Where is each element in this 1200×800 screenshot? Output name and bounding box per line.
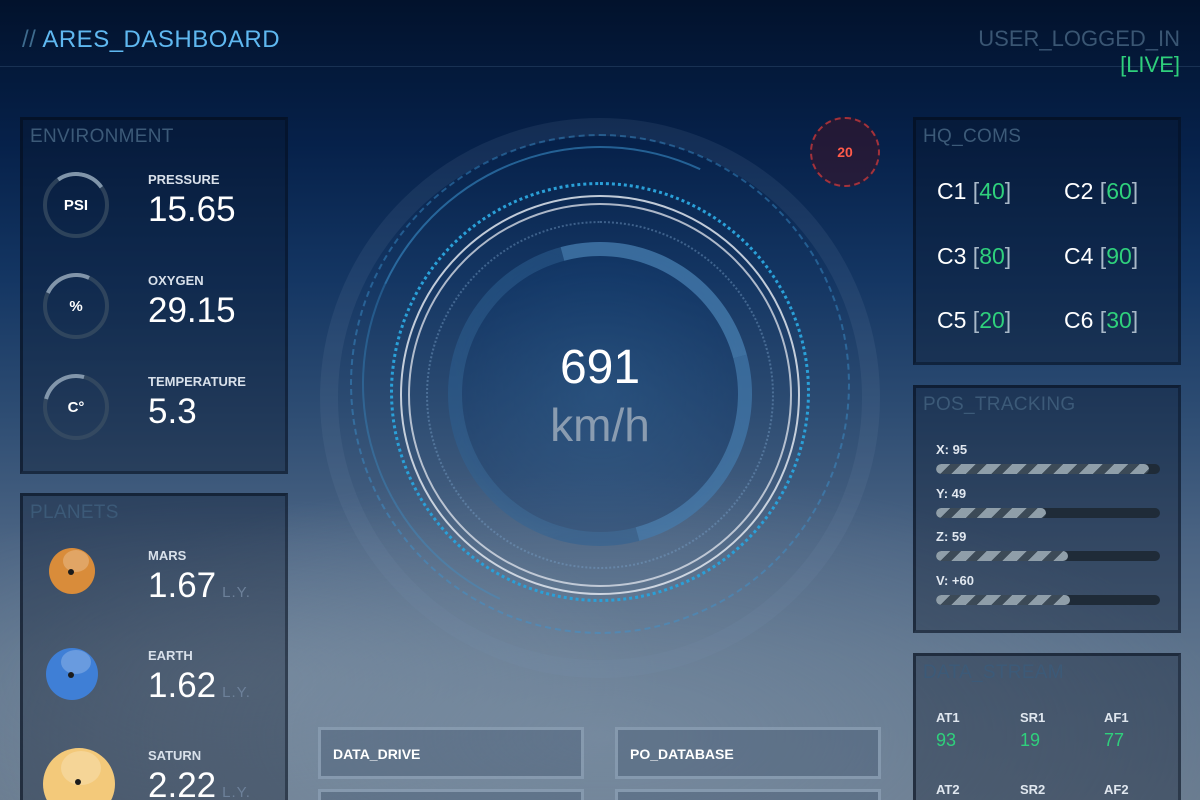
top-bar: //ARES_DASHBOARD USER_LOGGED_IN [LIVE] xyxy=(0,0,1200,77)
po-database-button[interactable]: PO_DATABASE xyxy=(615,727,881,779)
environment-row-pressure: PSI PRESSURE 15.65 xyxy=(37,166,283,244)
temperature-gauge-icon: C° xyxy=(30,361,122,453)
saturn-unit: L.Y. xyxy=(222,784,251,800)
pressure-value: 15.65 xyxy=(148,190,236,229)
pos-z-fill xyxy=(936,551,1069,561)
com-c3-value: 80 xyxy=(979,243,1005,269)
pos-tracking-panel: POS_TRACKING X: 95 Y: 49 Z: 59 V: +60 xyxy=(913,385,1181,633)
lower-left-button[interactable] xyxy=(318,789,584,800)
planets-panel: PLANETS MARS 1.67 L.Y. EARTH 1.62 L.Y. SAT… xyxy=(20,493,288,800)
com-c5-name: C5 xyxy=(937,307,967,333)
environment-title: ENVIRONMENT xyxy=(30,126,174,147)
oxygen-value: 29.15 xyxy=(148,291,236,330)
stream-af1-value: 77 xyxy=(1104,730,1125,750)
earth-distance: 1.62 L.Y. xyxy=(148,666,251,706)
stream-at2-label: AT2 xyxy=(936,782,960,797)
com-channel-c6[interactable]: C6 [30] xyxy=(1064,307,1138,334)
com-c4-value: 90 xyxy=(1106,243,1132,269)
pressure-icon-text: PSI xyxy=(63,196,89,214)
live-status-badge: [LIVE] xyxy=(1120,52,1180,77)
com-c2-value: 60 xyxy=(1106,178,1132,204)
com-channel-c1[interactable]: C1 [40] xyxy=(937,178,1011,205)
com-channel-c5[interactable]: C5 [20] xyxy=(937,307,1011,334)
pos-x-bar xyxy=(936,464,1160,474)
pos-v-bar xyxy=(936,595,1160,605)
com-c5-value: 20 xyxy=(979,307,1005,333)
mars-planet-icon xyxy=(49,548,95,594)
saturn-value: 2.22 xyxy=(148,766,217,800)
brand-slash: // xyxy=(22,26,37,53)
temperature-label: TEMPERATURE xyxy=(148,374,246,389)
speed-gauge: 691 km/h xyxy=(294,78,906,690)
com-c4-name: C4 xyxy=(1064,243,1094,269)
mars-unit: L.Y. xyxy=(222,584,251,601)
speed-unit: km/h xyxy=(550,399,650,451)
saturn-distance: 2.22 L.Y. xyxy=(148,766,251,800)
planet-row-saturn[interactable]: SATURN 2.22 L.Y. xyxy=(43,748,303,800)
com-c1-name: C1 xyxy=(937,178,967,204)
planet-row-earth[interactable]: EARTH 1.62 L.Y. xyxy=(43,648,303,728)
com-channel-c4[interactable]: C4 [90] xyxy=(1064,243,1138,270)
pos-z-bar xyxy=(936,551,1160,561)
data-stream-panel: DATA_STREAM AT1 93 SR1 19 AF1 77 AT2 SR2… xyxy=(913,653,1181,800)
pos-y-fill xyxy=(936,508,1046,518)
pressure-gauge-icon: PSI xyxy=(37,166,115,244)
oxygen-label: OXYGEN xyxy=(148,273,204,288)
pos-y-label: Y: 49 xyxy=(936,486,967,501)
com-c6-name: C6 xyxy=(1064,307,1094,333)
data-stream-title: DATA_STREAM xyxy=(923,662,1064,683)
stream-at1-label: AT1 xyxy=(936,710,960,725)
environment-panel: ENVIRONMENT PSI PRESSURE 15.65 % OXYGEN … xyxy=(20,117,288,474)
speed-value: 691 xyxy=(559,341,641,394)
hq-coms-title: HQ_COMS xyxy=(923,126,1022,147)
planet-row-mars[interactable]: MARS 1.67 L.Y. xyxy=(43,548,303,628)
earth-value: 1.62 xyxy=(148,666,217,705)
oxygen-icon-text: % xyxy=(69,297,83,315)
oxygen-gauge-icon: % xyxy=(33,263,119,349)
app-title[interactable]: //ARES_DASHBOARD xyxy=(22,26,280,54)
pos-x-fill xyxy=(936,464,1149,474)
pos-z-label: Z: 59 xyxy=(936,529,967,544)
earth-label: EARTH xyxy=(148,648,193,663)
temperature-icon-text: C° xyxy=(67,398,85,416)
data-drive-button[interactable]: DATA_DRIVE xyxy=(318,727,584,779)
saturn-label: SATURN xyxy=(148,748,202,763)
user-status: USER_LOGGED_IN [LIVE] xyxy=(978,26,1180,78)
mars-label: MARS xyxy=(148,548,187,563)
pressure-label: PRESSURE xyxy=(148,172,220,187)
user-logged-in-label[interactable]: USER_LOGGED_IN xyxy=(978,26,1180,52)
mars-value: 1.67 xyxy=(148,566,217,605)
lower-right-button[interactable] xyxy=(615,789,881,800)
pos-tracking-title: POS_TRACKING xyxy=(923,394,1076,415)
planets-title: PLANETS xyxy=(30,502,119,523)
com-channel-c2[interactable]: C2 [60] xyxy=(1064,178,1138,205)
hq-coms-panel: HQ_COMS C1 [40] C2 [60] C3 [80] C4 [90] … xyxy=(913,117,1181,365)
pos-y-bar xyxy=(936,508,1160,518)
com-channel-c3[interactable]: C3 [80] xyxy=(937,243,1011,270)
brand-text: ARES_DASHBOARD xyxy=(42,26,281,53)
mars-distance: 1.67 L.Y. xyxy=(148,566,251,606)
earth-planet-icon xyxy=(46,648,98,700)
pos-v-label: V: +60 xyxy=(936,573,974,588)
com-c6-value: 30 xyxy=(1106,307,1132,333)
stream-sr2-label: SR2 xyxy=(1020,782,1046,797)
saturn-planet-icon xyxy=(43,748,115,800)
com-c2-name: C2 xyxy=(1064,178,1094,204)
stream-sr1-value: 19 xyxy=(1020,730,1041,750)
com-c3-name: C3 xyxy=(937,243,967,269)
stream-sr1-label: SR1 xyxy=(1020,710,1046,725)
earth-unit: L.Y. xyxy=(222,684,251,701)
pos-x-label: X: 95 xyxy=(936,442,968,457)
stream-af2-label: AF2 xyxy=(1104,782,1129,797)
com-c1-value: 40 xyxy=(979,178,1005,204)
stream-at1-value: 93 xyxy=(936,730,957,750)
environment-row-oxygen: % OXYGEN 29.15 xyxy=(33,263,283,349)
pos-v-fill xyxy=(936,595,1071,605)
alert-count-badge[interactable]: 20 xyxy=(810,117,880,187)
temperature-value: 5.3 xyxy=(148,392,197,431)
environment-row-temperature: C° TEMPERATURE 5.3 xyxy=(30,361,283,453)
stream-af1-label: AF1 xyxy=(1104,710,1129,725)
